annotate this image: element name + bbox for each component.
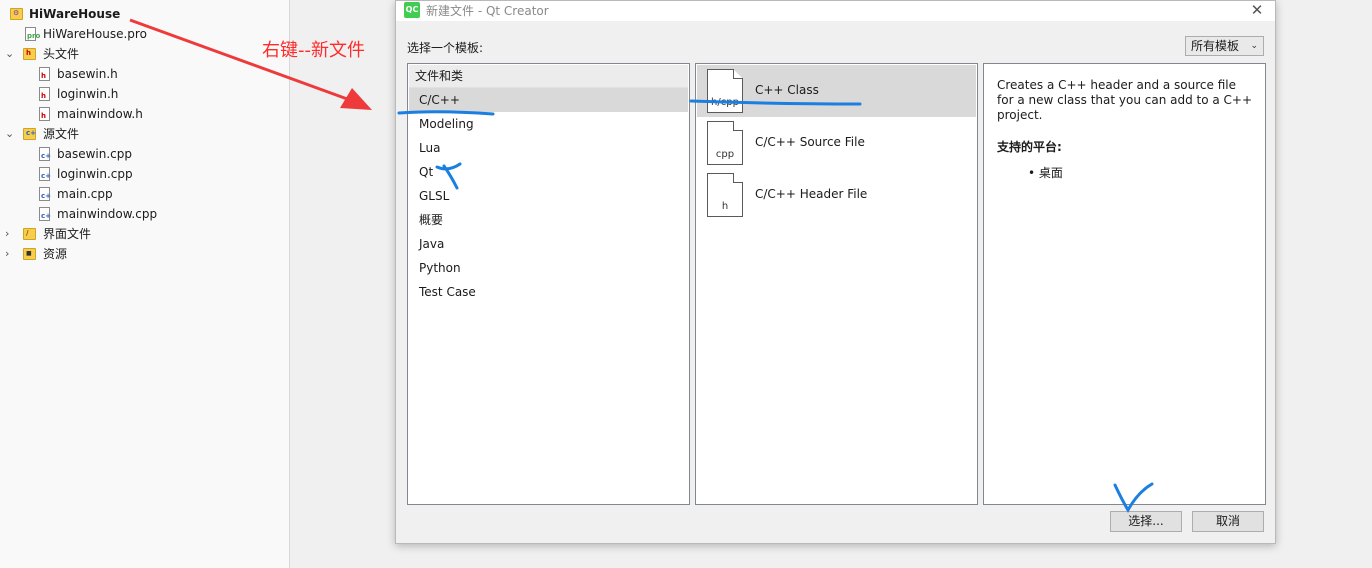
category-item-qt[interactable]: Qt <box>409 160 688 184</box>
category-item-overview[interactable]: 概要 <box>409 208 688 232</box>
template-label: C/C++ Header File <box>755 187 868 201</box>
category-item-java[interactable]: Java <box>409 232 688 256</box>
tree-item-label: basewin.cpp <box>57 147 133 161</box>
annotation-note: 右键--新文件 <box>262 40 365 61</box>
category-item-python[interactable]: Python <box>409 256 688 280</box>
platform-item: • 桌面 <box>1028 166 1063 180</box>
cancel-button[interactable]: 取消 <box>1192 511 1264 532</box>
category-item-lua[interactable]: Lua <box>409 136 688 160</box>
cpp-file-icon: c+ <box>39 167 51 181</box>
category-item-test-case[interactable]: Test Case <box>409 280 688 304</box>
choose-template-label: 选择一个模板: <box>407 41 484 55</box>
tree-item-file[interactable]: h mainwindow.h <box>0 104 289 124</box>
tree-item-project[interactable]: ⚙ HiWareHouse <box>0 4 289 24</box>
header-file-icon: h <box>39 87 50 101</box>
tree-item-file[interactable]: c+ main.cpp <box>0 184 289 204</box>
tree-item-label: 界面文件 <box>43 227 92 241</box>
category-group-header[interactable]: 文件和类 <box>409 65 688 88</box>
template-filter-select[interactable]: 所有模板 ⌄ <box>1185 36 1264 56</box>
tree-item-label: basewin.h <box>57 67 118 81</box>
tree-item-resources-folder[interactable]: › ■ 资源 <box>0 244 289 264</box>
choose-button[interactable]: 选择... <box>1110 511 1182 532</box>
page-fold <box>733 173 743 183</box>
template-item-source-file[interactable]: cpp C/C++ Source File <box>697 117 976 169</box>
template-label: C++ Class <box>755 83 819 97</box>
expand-arrow-icon[interactable]: › <box>5 224 15 244</box>
template-list: h/cpp C++ Class cpp C/C++ Source File h … <box>695 63 978 505</box>
tree-item-pro-file[interactable]: pro HiWareHouse.pro <box>0 24 289 44</box>
cpp-file-icon: c+ <box>39 187 51 201</box>
header-file-icon: h <box>39 107 50 121</box>
qt-project-icon: ⚙ <box>10 8 23 20</box>
project-tree: ⚙ HiWareHouse pro HiWareHouse.pro ⌄ h 头文… <box>0 0 290 568</box>
tree-item-label: mainwindow.h <box>57 107 143 121</box>
template-item-header-file[interactable]: h C/C++ Header File <box>697 169 976 221</box>
expand-arrow-icon[interactable]: ⌄ <box>5 44 15 64</box>
template-item-cpp-class[interactable]: h/cpp C++ Class <box>697 65 976 117</box>
tree-item-file[interactable]: c+ loginwin.cpp <box>0 164 289 184</box>
filter-value: 所有模板 <box>1191 39 1240 53</box>
tree-item-label: loginwin.h <box>57 87 119 101</box>
dialog-title: 新建文件 - Qt Creator <box>426 4 549 18</box>
cpp-file-icon: c+ <box>39 147 51 161</box>
forms-folder-icon: / <box>23 228 36 240</box>
template-label: C/C++ Source File <box>755 135 865 149</box>
tree-item-label: main.cpp <box>57 187 113 201</box>
source-folder-icon: c+ <box>23 128 36 140</box>
tree-item-file[interactable]: c+ mainwindow.cpp <box>0 204 289 224</box>
dialog-titlebar[interactable]: QC 新建文件 - Qt Creator ✕ <box>396 1 1275 21</box>
tree-item-label: 资源 <box>43 247 68 261</box>
header-file-icon: h <box>39 67 50 81</box>
page-fold <box>733 121 743 131</box>
qt-creator-icon: QC <box>404 2 420 18</box>
chevron-down-icon: ⌄ <box>1250 41 1258 51</box>
tree-item-file[interactable]: h loginwin.h <box>0 84 289 104</box>
tree-item-sources-folder[interactable]: ⌄ c+ 源文件 <box>0 124 289 144</box>
template-description-panel: Creates a C++ header and a source file f… <box>983 63 1266 505</box>
tree-item-file[interactable]: c+ basewin.cpp <box>0 144 289 164</box>
tree-item-label: 头文件 <box>43 47 80 61</box>
cpp-file-icon: c+ <box>39 207 51 221</box>
page-fold <box>733 69 743 79</box>
expand-arrow-icon[interactable]: › <box>5 244 15 264</box>
tree-item-label: mainwindow.cpp <box>57 207 158 221</box>
tree-item-label: HiWareHouse <box>29 7 121 21</box>
category-item-cpp[interactable]: C/C++ <box>409 88 688 112</box>
tree-item-label: HiWareHouse.pro <box>43 27 147 41</box>
tree-item-file[interactable]: h basewin.h <box>0 64 289 84</box>
tree-item-label: 源文件 <box>43 127 80 141</box>
pro-file-icon: pro <box>25 27 40 41</box>
new-file-dialog: QC 新建文件 - Qt Creator ✕ 选择一个模板: 所有模板 ⌄ 文件… <box>395 0 1276 544</box>
platforms-heading: 支持的平台: <box>997 140 1062 154</box>
template-description: Creates a C++ header and a source file f… <box>997 78 1253 122</box>
header-folder-icon: h <box>23 48 36 60</box>
category-item-modeling[interactable]: Modeling <box>409 112 688 136</box>
category-list: 文件和类 C/C++ Modeling Lua Qt GLSL 概要 Java … <box>407 63 690 505</box>
tree-item-headers-folder[interactable]: ⌄ h 头文件 <box>0 44 289 64</box>
tree-item-forms-folder[interactable]: › / 界面文件 <box>0 224 289 244</box>
expand-arrow-icon[interactable]: ⌄ <box>5 124 15 144</box>
tree-item-label: loginwin.cpp <box>57 167 133 181</box>
resources-folder-icon: ■ <box>23 248 36 260</box>
category-item-glsl[interactable]: GLSL <box>409 184 688 208</box>
close-button[interactable]: ✕ <box>1249 1 1265 21</box>
